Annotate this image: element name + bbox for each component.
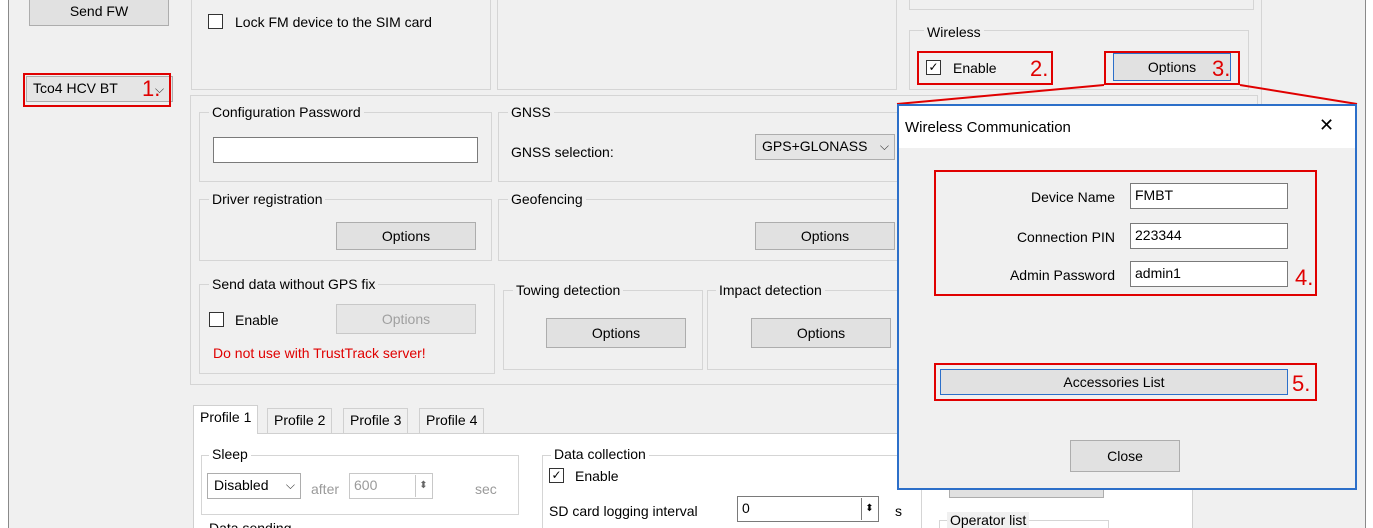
wireless-communication-dialog: Wireless Communication ✕ 4. Device Name … [897, 104, 1357, 490]
accessories-list-button[interactable]: Accessories List [940, 369, 1288, 395]
dialog-title-bar: Wireless Communication ✕ [899, 106, 1355, 148]
connection-pin-label: Connection PIN [1016, 229, 1115, 245]
annotation-number-4: 4. [1295, 265, 1314, 290]
close-icon[interactable]: ✕ [1319, 116, 1334, 134]
admin-password-label: Admin Password [1009, 267, 1115, 283]
admin-password-input[interactable]: admin1 [1130, 261, 1288, 287]
dialog-title: Wireless Communication [905, 119, 1071, 136]
connection-pin-input[interactable]: 223344 [1130, 223, 1288, 249]
dialog-close-button[interactable]: Close [1070, 440, 1180, 472]
annotation-number-5: 5. [1292, 371, 1311, 396]
device-name-input[interactable]: FMBT [1130, 183, 1288, 209]
device-name-label: Device Name [1030, 189, 1115, 205]
